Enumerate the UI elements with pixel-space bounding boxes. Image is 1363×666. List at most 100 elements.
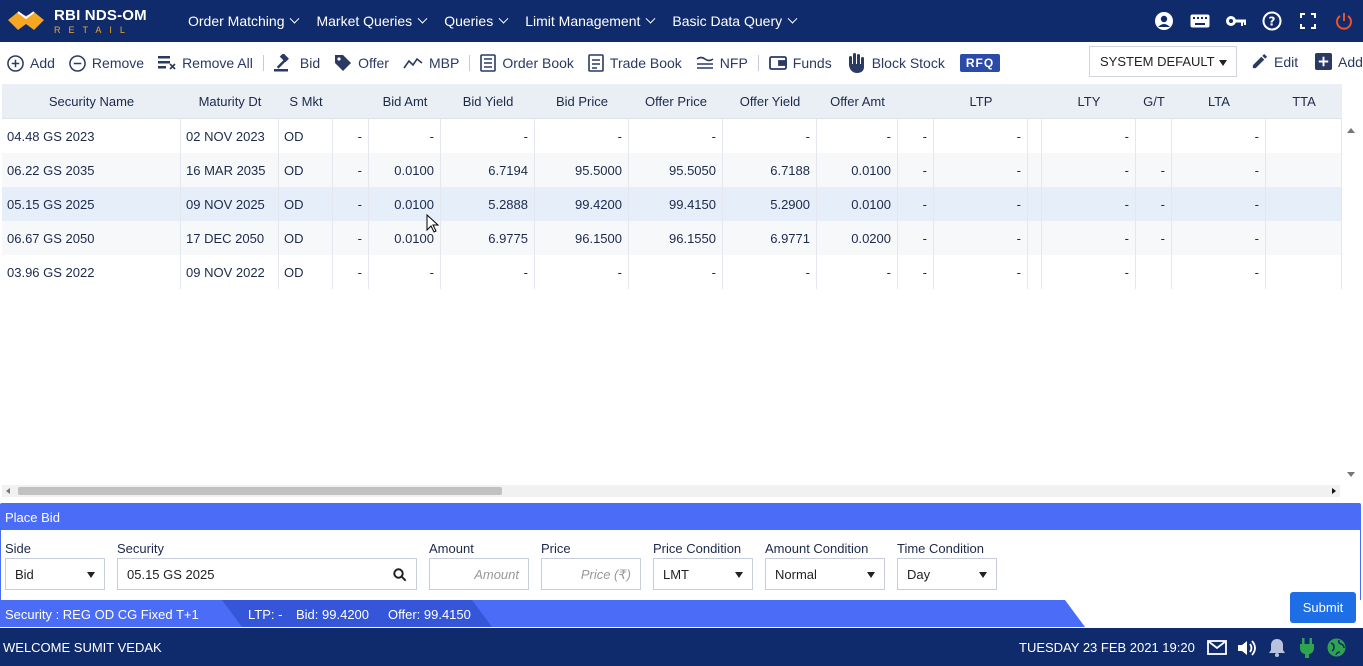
price-input[interactable]: Price (₹) [541,558,641,590]
table-cell [1028,119,1042,153]
chevron-down-icon [787,13,798,24]
menu-order-matching[interactable]: Order Matching [188,13,300,29]
table-cell: - [1136,187,1172,221]
block-stock-button[interactable]: Block Stock [846,52,945,74]
security-label: Security [117,541,164,556]
table-cell: - [369,119,441,153]
table-cell [1136,119,1172,153]
side-select[interactable]: Bid [5,558,105,590]
time-condition-label: Time Condition [897,541,984,556]
menu-queries[interactable]: Queries [444,13,509,29]
globe-icon[interactable] [1326,637,1347,658]
table-cell: - [723,255,817,289]
table-cell: - [333,153,369,187]
remove-all-button[interactable]: Remove All [158,55,253,71]
table-cell: 05.15 GS 2025 [2,187,181,221]
menu-basic-data-query[interactable]: Basic Data Query [672,13,798,29]
column-header[interactable]: LTP [934,84,1028,118]
remove-button[interactable]: Remove [69,54,144,72]
table-cell: - [333,255,369,289]
bid-info-text: Bid: 99.4200 [296,607,370,622]
table-cell: - [934,221,1028,255]
column-header[interactable]: Maturity Dt [181,84,279,118]
horizontal-scrollbar[interactable] [2,485,1340,497]
ltp-info-text: LTP: - [248,607,283,622]
bell-icon[interactable] [1266,637,1287,658]
handshake-icon [8,11,44,30]
offer-button[interactable]: Offer [334,54,389,72]
trade-book-button[interactable]: Trade Book [588,54,682,72]
amount-input[interactable]: Amount [429,558,529,590]
app-logo[interactable]: RBI NDS-OM RETAIL [0,0,178,42]
column-header[interactable]: Security Name [2,84,181,118]
column-header[interactable]: Offer Yield [723,84,817,118]
amount-condition-select[interactable]: Normal [765,558,885,590]
bid-label: Bid [299,55,321,71]
rfq-button[interactable]: RFQ [959,54,1001,72]
table-row[interactable]: 04.48 GS 2023 02 NOV 2023 OD - - - - - - - - - - - [2,119,1342,153]
table-row[interactable]: 03.96 GS 2022 09 NOV 2022 OD - - - - - - - - - - - [2,255,1342,289]
nfp-button[interactable]: NFP [696,55,748,71]
time-condition-select[interactable]: Day [897,558,997,590]
security-input[interactable]: 05.15 GS 2025 [117,558,417,590]
column-header[interactable] [333,84,369,118]
column-header[interactable]: LTY [1042,84,1136,118]
app-subtitle: RETAIL [54,24,133,35]
column-header[interactable]: Bid Yield [441,84,535,118]
column-header[interactable]: S Mkt [279,84,333,118]
table-cell: - [333,221,369,255]
bid-button[interactable]: Bid [273,54,321,72]
order-book-button[interactable]: Order Book [480,54,574,72]
table-row[interactable]: 06.22 GS 2035 16 MAR 2035 OD -0.0100 6.7194 9… [2,153,1342,187]
power-icon[interactable] [1333,10,1355,32]
menu-limit-management[interactable]: Limit Management [525,13,656,29]
column-header[interactable]: Bid Price [535,84,629,118]
mail-icon[interactable] [1206,637,1227,658]
table-cell [1266,221,1342,255]
user-profile-icon[interactable] [1153,10,1175,32]
place-bid-header: Place Bid [0,503,1361,530]
table-cell: - [333,187,369,221]
vertical-scrollbar[interactable] [1342,120,1360,485]
column-header[interactable] [898,84,934,118]
column-header[interactable] [1028,84,1042,118]
edit-label: Edit [1274,53,1299,70]
column-header[interactable]: G/T [1136,84,1172,118]
table-cell: OD [279,187,333,221]
chevron-down-icon [417,13,428,24]
table-row[interactable]: 05.15 GS 2025 09 NOV 2025 OD -0.0100 5.2888 9… [2,187,1342,221]
volume-icon[interactable] [1236,637,1257,658]
column-header[interactable]: TTA [1266,84,1342,118]
help-icon[interactable]: ? [1261,10,1283,32]
mbp-button[interactable]: MBP [403,55,459,71]
add-view-button[interactable]: Add [1315,53,1363,70]
edit-view-button[interactable]: Edit [1251,53,1298,70]
menu-market-queries[interactable]: Market Queries [316,13,428,29]
caret-down-icon [979,572,987,578]
menu-label: Limit Management [525,13,641,29]
keyboard-icon[interactable] [1189,10,1211,32]
fullscreen-icon[interactable] [1297,10,1319,32]
table-cell: OD [279,119,333,153]
horizontal-scroll-thumb[interactable] [18,487,502,495]
column-header[interactable]: Offer Price [629,84,723,118]
submit-button[interactable]: Submit [1290,592,1356,623]
column-header[interactable]: Offer Amt [817,84,898,118]
funds-button[interactable]: Funds [768,55,832,71]
search-icon[interactable] [393,568,407,582]
plug-icon[interactable] [1296,637,1317,658]
table-cell [1136,255,1172,289]
key-icon[interactable] [1225,10,1247,32]
list-icon [480,54,497,72]
price-label: Price [541,541,571,556]
table-cell: 96.1550 [629,221,723,255]
price-condition-select[interactable]: LMT [653,558,753,590]
block-stock-label: Block Stock [871,55,945,71]
table-row[interactable]: 06.67 GS 2050 17 DEC 2050 OD -0.0100 6.9775 9… [2,221,1342,255]
table-cell: 0.0100 [817,153,898,187]
view-preset-select[interactable]: SYSTEM DEFAULT [1089,46,1237,77]
column-header[interactable]: Bid Amt [369,84,441,118]
column-header[interactable]: LTA [1172,84,1266,118]
table-cell [1028,255,1042,289]
add-button[interactable]: Add [7,54,55,72]
